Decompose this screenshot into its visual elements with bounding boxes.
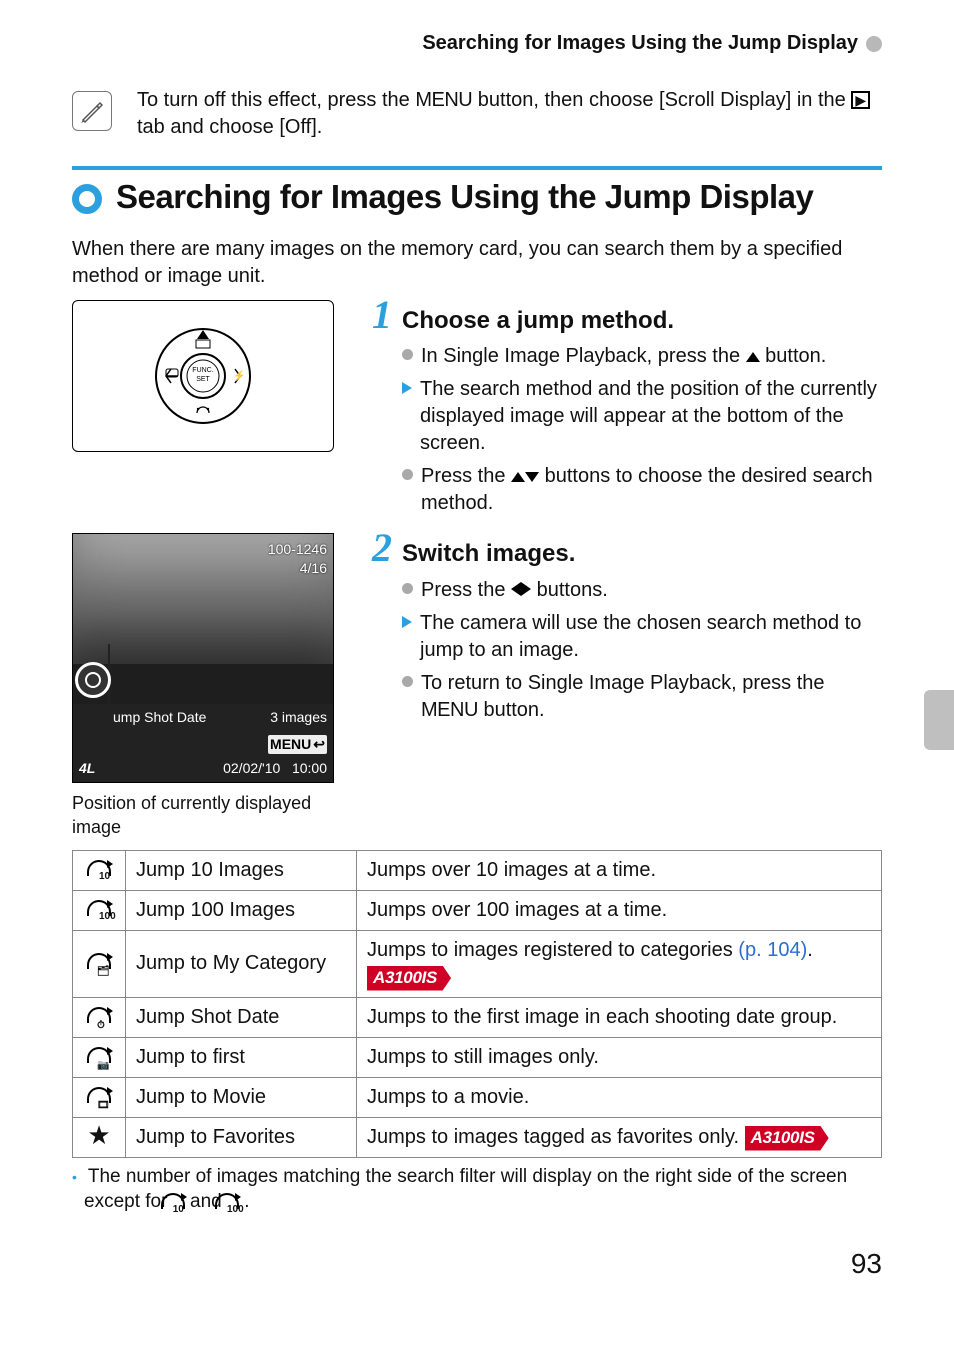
- jump-desc: Jumps to the first image in each shootin…: [357, 997, 882, 1037]
- step-2-bullet-2: The camera will use the chosen search me…: [420, 610, 882, 664]
- jump-date-icon: ⏱: [87, 1005, 111, 1027]
- a3100is-badge: A3100IS: [745, 1126, 829, 1151]
- jump-desc: Jumps over 10 images at a time.: [357, 850, 882, 890]
- step-1-bullet-1: In Single Image Playback, press the butt…: [421, 343, 882, 370]
- svg-text:⚡: ⚡: [233, 369, 245, 382]
- menu-word: MENU: [421, 699, 478, 721]
- section-heading: Searching for Images Using the Jump Disp…: [72, 166, 882, 216]
- table-row: 10 Jump 10 Images Jumps over 10 images a…: [73, 850, 882, 890]
- jump-category-icon: 🗂: [87, 951, 111, 973]
- jump-desc: Jumps to still images only.: [357, 1037, 882, 1077]
- left-triangle-icon: [511, 582, 521, 596]
- bullet-dot-icon: [402, 583, 413, 594]
- heading-text: Searching for Images Using the Jump Disp…: [116, 178, 813, 216]
- table-row: 100 Jump 100 Images Jumps over 100 image…: [73, 890, 882, 930]
- page-number: 93: [72, 1245, 882, 1283]
- table-row: 🎞 Jump to Movie Jumps to a movie.: [73, 1077, 882, 1117]
- table-row: ⏱ Jump Shot Date Jumps to the first imag…: [73, 997, 882, 1037]
- side-tab: [924, 690, 954, 750]
- down-triangle-icon: [525, 472, 539, 482]
- jump-name: Jump to Movie: [126, 1077, 357, 1117]
- control-pad-illustration: FUNC. SET ⚡: [72, 300, 334, 452]
- screenshot-size: 4L: [79, 759, 95, 778]
- step-2-bullet-3: To return to Single Image Playback, pres…: [421, 670, 882, 724]
- tip-text-3: tab and choose [Off].: [137, 116, 322, 138]
- screenshot-time: 10:00: [292, 760, 327, 776]
- up-triangle-icon: [746, 352, 760, 362]
- step-2-bullet-1: Press the buttons.: [421, 577, 882, 604]
- jump-name: Jump to Favorites: [126, 1117, 357, 1157]
- jump-desc: Jumps over 100 images at a time.: [357, 890, 882, 930]
- running-header-text: Searching for Images Using the Jump Disp…: [422, 30, 858, 57]
- pencil-icon: [72, 91, 112, 131]
- step-1-bullet-3: Press the buttons to choose the desired …: [421, 463, 882, 517]
- screenshot-mode-label: ump Shot Date: [113, 708, 206, 727]
- svg-text:FUNC.: FUNC.: [192, 367, 213, 374]
- screenshot-date: 02/02/'10: [223, 760, 280, 776]
- a3100is-badge: A3100IS: [367, 966, 451, 991]
- heading-circle-icon: [72, 184, 102, 214]
- intro-paragraph: When there are many images on the memory…: [72, 236, 882, 290]
- jump-name: Jump Shot Date: [126, 997, 357, 1037]
- jump-movie-icon: 🎞: [87, 1085, 111, 1107]
- table-row: ★ Jump to Favorites Jumps to images tagg…: [73, 1117, 882, 1157]
- tip-text-1: To turn off this effect, press the: [137, 89, 415, 111]
- tip-text-2: button, then choose [Scroll Display] in …: [472, 89, 851, 111]
- jump-still-icon: 📷: [87, 1045, 111, 1067]
- bullet-dot-icon: [402, 469, 413, 480]
- jump-name: Jump to My Category: [126, 930, 357, 997]
- screenshot-position: 4/16: [268, 559, 327, 578]
- table-row: 📷 Jump to first Jumps to still images on…: [73, 1037, 882, 1077]
- camera-screenshot: 100-1246 4/16 ump Shot Date 3 images MEN…: [72, 533, 334, 783]
- menu-word: MENU: [415, 89, 472, 111]
- tip-text: To turn off this effect, press the MENU …: [137, 87, 882, 141]
- jump-10-icon: 10: [87, 858, 111, 880]
- header-bullet-icon: [866, 36, 882, 52]
- jump-methods-table: 10 Jump 10 Images Jumps over 10 images a…: [72, 850, 882, 1158]
- right-triangle-icon: [521, 582, 531, 596]
- jump-100-icon: 100: [227, 1191, 239, 1213]
- bullet-dot-icon: [402, 676, 413, 687]
- step-1: FUNC. SET ⚡ 1 Choose a jump method.: [72, 300, 882, 523]
- svg-text:SET: SET: [196, 376, 210, 383]
- result-arrow-icon: [402, 382, 412, 394]
- screenshot-count: 3 images: [270, 708, 327, 727]
- running-header: Searching for Images Using the Jump Disp…: [72, 30, 882, 57]
- step-2-title: Switch images.: [402, 538, 575, 570]
- jump-name: Jump to first: [126, 1037, 357, 1077]
- step-1-number: 1: [372, 300, 392, 330]
- jump-desc: Jumps to images tagged as favorites only…: [357, 1117, 882, 1157]
- up-triangle-icon: [511, 472, 525, 482]
- table-row: 🗂 Jump to My Category Jumps to images re…: [73, 930, 882, 997]
- step-1-bullet-2: The search method and the position of th…: [420, 376, 882, 457]
- playback-tab-icon: ▶: [851, 91, 870, 109]
- jump-100-icon: 100: [87, 898, 111, 920]
- menu-return-icon: MENU↩: [268, 735, 327, 754]
- screenshot-folder: 100-1246: [268, 540, 327, 559]
- jump-desc: Jumps to images registered to categories…: [357, 930, 882, 997]
- step-2: 100-1246 4/16 ump Shot Date 3 images MEN…: [72, 533, 882, 839]
- jump-desc: Jumps to a movie.: [357, 1077, 882, 1117]
- jump-name: Jump 100 Images: [126, 890, 357, 930]
- footnote: The number of images matching the search…: [72, 1164, 882, 1215]
- step-1-title: Choose a jump method.: [402, 305, 674, 337]
- result-arrow-icon: [402, 616, 412, 628]
- jump-name: Jump 10 Images: [126, 850, 357, 890]
- screenshot-caption: Position of currently displayed image: [72, 791, 352, 840]
- jump-favorites-icon: ★: [87, 1122, 110, 1148]
- tip-block: To turn off this effect, press the MENU …: [72, 87, 882, 141]
- jump-10-icon: 10: [173, 1191, 185, 1213]
- page-link[interactable]: (p. 104): [738, 939, 807, 961]
- step-2-number: 2: [372, 533, 392, 563]
- bullet-dot-icon: [402, 349, 413, 360]
